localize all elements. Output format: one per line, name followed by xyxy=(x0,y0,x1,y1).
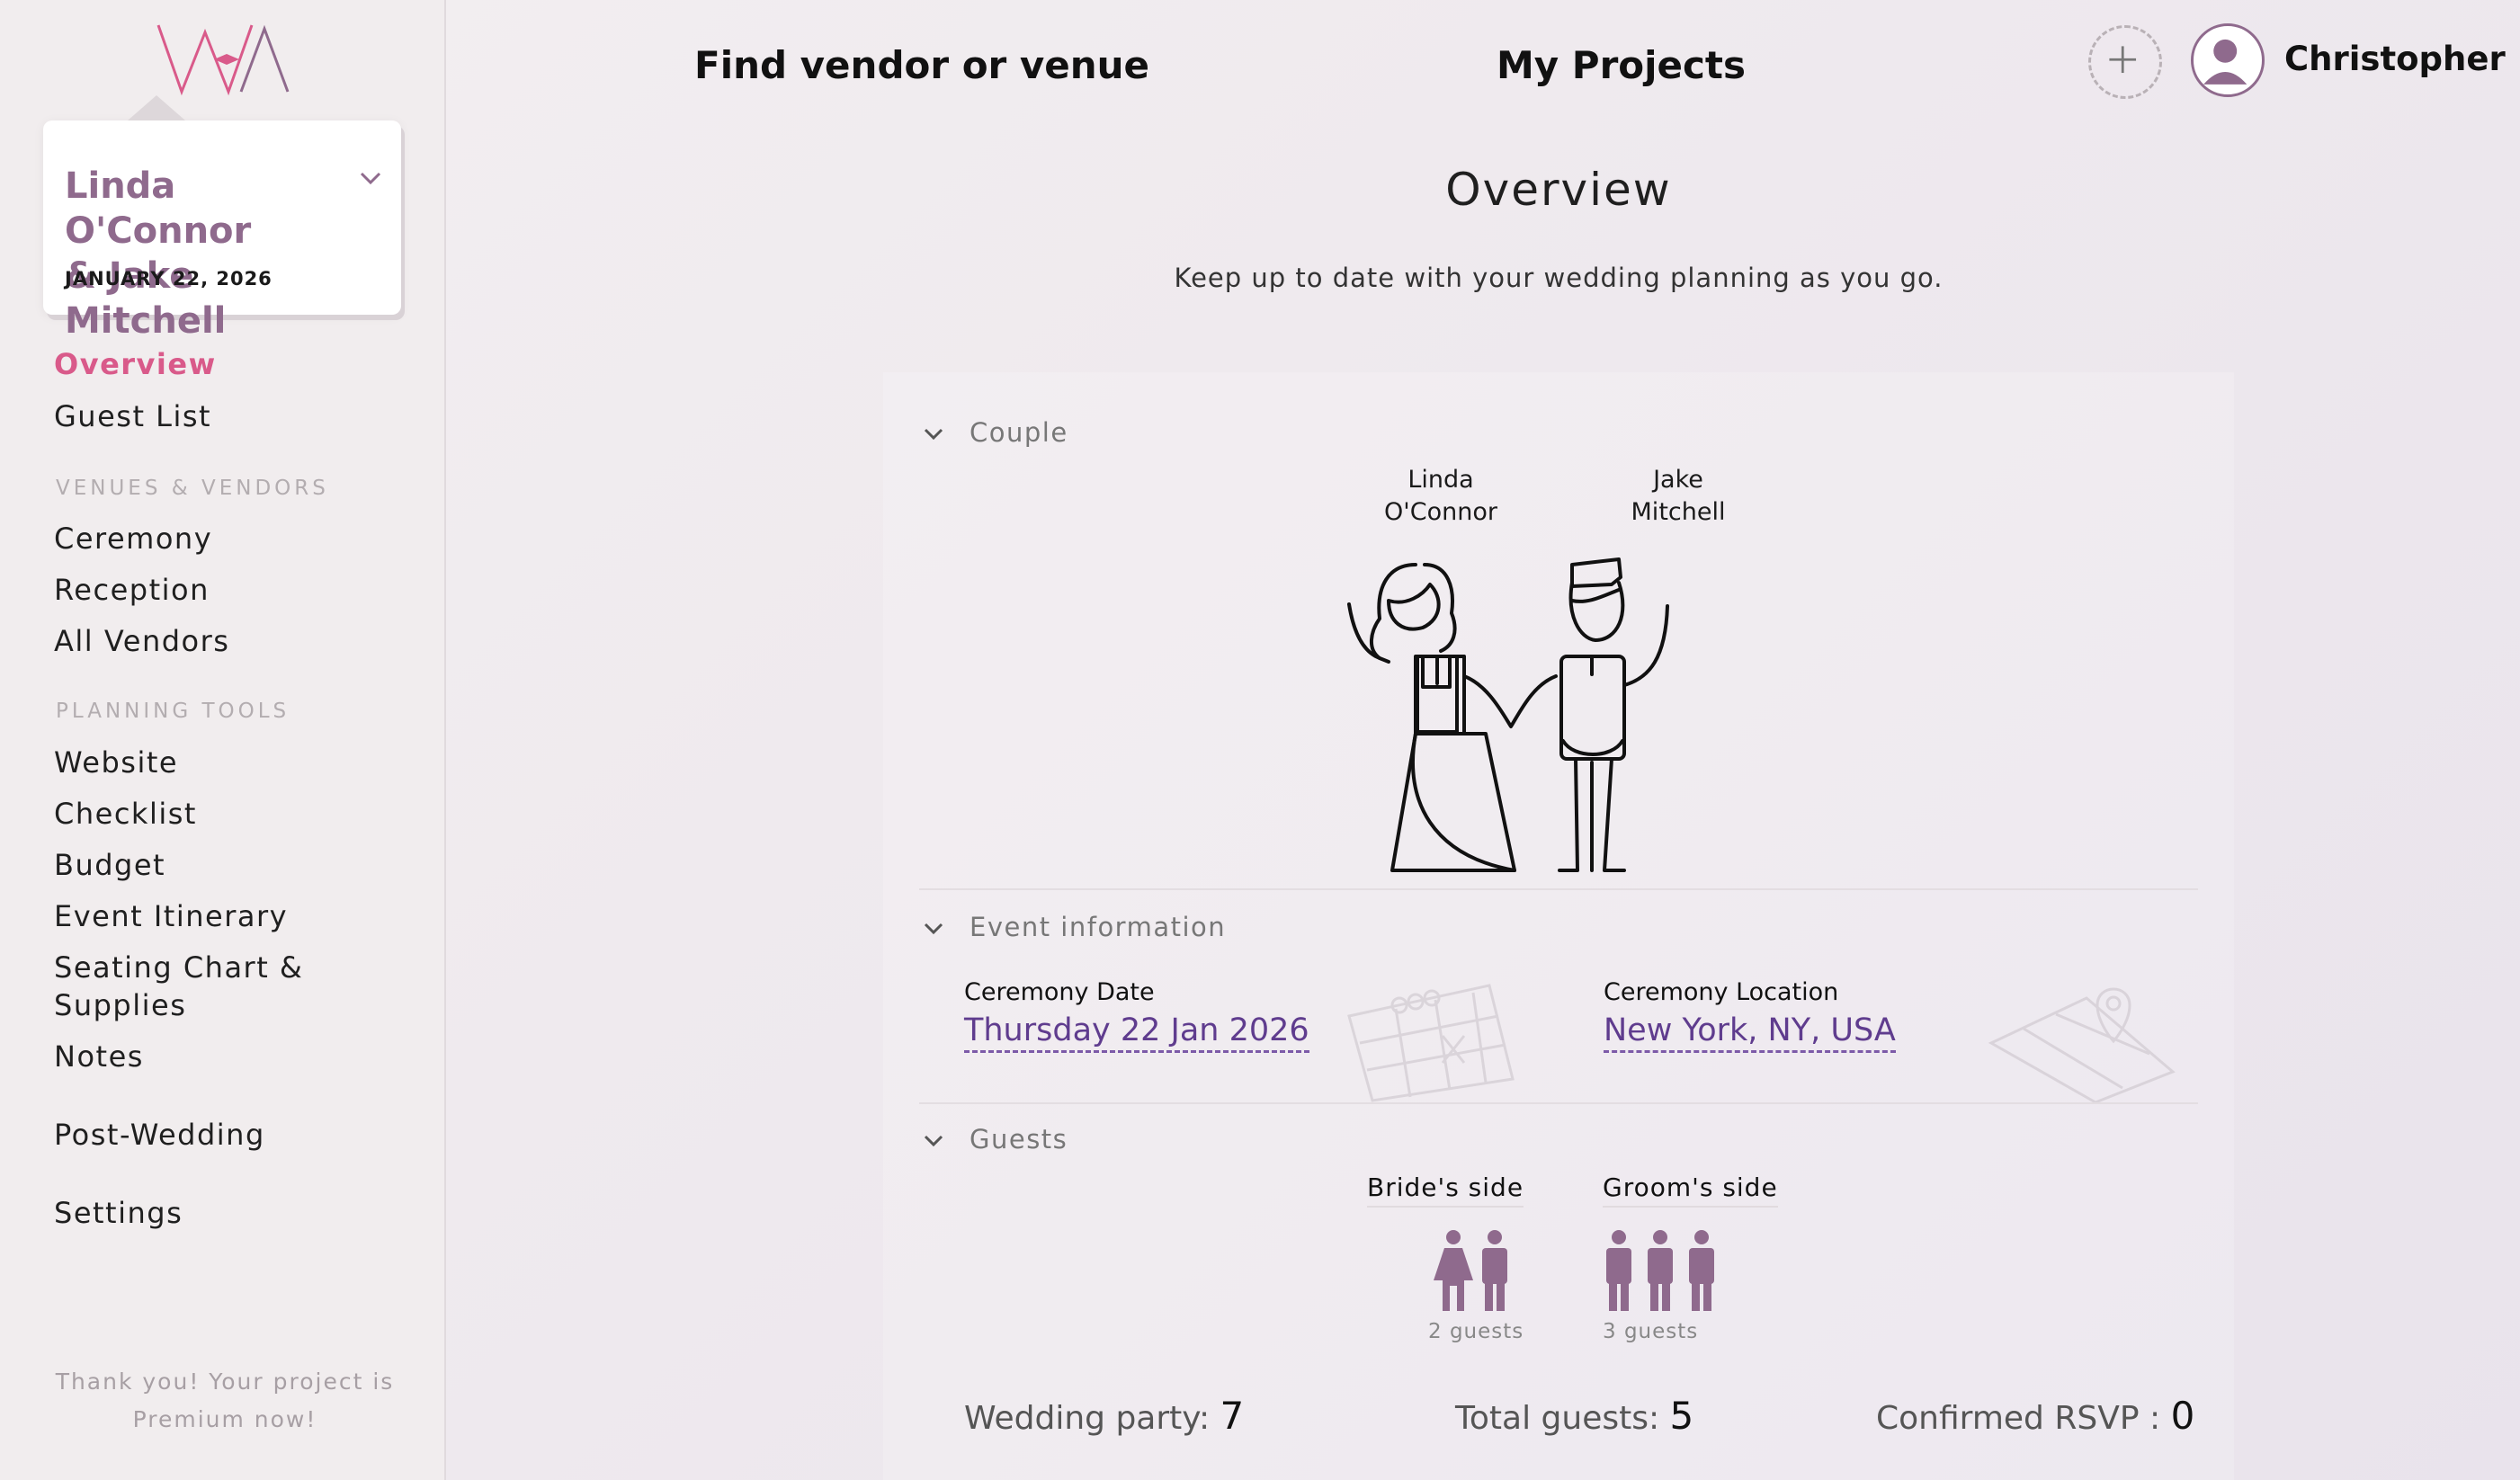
calendar-icon xyxy=(1347,984,1515,1102)
groom-first-name: Jake xyxy=(1653,466,1703,494)
sidebar-item-ceremony[interactable]: Ceremony xyxy=(54,520,212,557)
user-name[interactable]: Christopher xyxy=(2284,40,2506,78)
total-guests-label: Total guests: xyxy=(1455,1400,1660,1437)
sidebar-item-all-vendors[interactable]: All Vendors xyxy=(54,622,229,660)
grooms-side-label: Groom's side xyxy=(1603,1172,1778,1208)
sidebar-item-overview[interactable]: Overview xyxy=(54,345,217,383)
bride-first-name: Linda xyxy=(1407,466,1474,494)
event-section-toggle[interactable]: Event information xyxy=(923,912,1226,942)
chevron-down-icon xyxy=(924,1135,943,1147)
groom-last-name: Mitchell xyxy=(1631,498,1726,526)
premium-note: Thank you! Your project is Premium now! xyxy=(36,1363,414,1439)
wedding-party-stat: Wedding party: 7 xyxy=(964,1394,1244,1438)
project-names-line1: Linda O'Connor xyxy=(65,165,252,252)
plus-icon xyxy=(2109,46,2137,74)
find-vendor-link[interactable]: Find vendor or venue xyxy=(694,43,1149,87)
sidebar-item-post-wedding[interactable]: Post-Wedding xyxy=(54,1116,265,1154)
sidebar-item-checklist[interactable]: Checklist xyxy=(54,795,197,833)
premium-line2: Premium now! xyxy=(132,1406,317,1432)
sidebar-item-seating-chart[interactable]: Seating Chart & Supplies xyxy=(54,949,303,1024)
ceremony-date-value[interactable]: Thursday 22 Jan 2026 xyxy=(964,1012,1309,1053)
section-venues-vendors: VENUES & VENDORS xyxy=(56,477,329,500)
guests-heading: Guests xyxy=(970,1124,1068,1155)
event-heading: Event information xyxy=(970,912,1227,942)
confirmed-rsvp-stat: Confirmed RSVP : 0 xyxy=(1876,1394,2194,1438)
ceremony-location-label: Ceremony Location xyxy=(1604,978,1839,1006)
couple-section-toggle[interactable]: Couple xyxy=(923,417,1068,448)
chevron-down-icon[interactable] xyxy=(358,169,383,187)
ceremony-location-value[interactable]: New York, NY, USA xyxy=(1604,1012,1896,1053)
premium-line1: Thank you! Your project is xyxy=(55,1369,395,1395)
sidebar-item-settings[interactable]: Settings xyxy=(54,1194,183,1232)
user-icon xyxy=(2203,39,2247,85)
sidebar-item-reception[interactable]: Reception xyxy=(54,571,210,609)
groom-guest-count: 3 guests xyxy=(1603,1320,1699,1343)
brides-side-label: Bride's side xyxy=(1367,1172,1524,1208)
ceremony-date-label: Ceremony Date xyxy=(964,978,1155,1006)
bride-last-name: O'Connor xyxy=(1384,498,1497,526)
total-guests-value: 5 xyxy=(1669,1394,1694,1438)
page-subtitle: Keep up to date with your wedding planni… xyxy=(1174,263,1944,293)
sidebar-item-budget[interactable]: Budget xyxy=(54,846,165,884)
section-divider xyxy=(919,888,2198,890)
project-selector[interactable]: Linda O'Connor & Jake Mitchell JANUARY 2… xyxy=(43,95,401,342)
couple-illustration-icon xyxy=(1347,557,1669,872)
wedding-party-label: Wedding party: xyxy=(964,1400,1211,1437)
project-names-line2: & Jake Mitchell xyxy=(65,255,227,342)
sidebar-item-event-itinerary[interactable]: Event Itinerary xyxy=(54,897,288,935)
sidebar-item-guest-list[interactable]: Guest List xyxy=(54,397,211,435)
map-icon xyxy=(1988,987,2176,1104)
couple-heading: Couple xyxy=(970,417,1068,448)
wedding-party-value: 7 xyxy=(1220,1394,1245,1438)
bride-guests-icon xyxy=(1434,1230,1507,1311)
total-guests-stat: Total guests: 5 xyxy=(1455,1394,1693,1438)
project-date: JANUARY 22, 2026 xyxy=(65,268,273,290)
chevron-down-icon xyxy=(924,923,943,935)
confirmed-rsvp-label: Confirmed RSVP : xyxy=(1876,1400,2161,1437)
confirmed-rsvp-value: 0 xyxy=(2170,1394,2195,1438)
chevron-down-icon xyxy=(924,428,943,441)
section-planning-tools: PLANNING TOOLS xyxy=(56,700,290,723)
groom-guests-icon xyxy=(1606,1230,1714,1311)
seating-line1: Seating Chart & xyxy=(54,950,304,985)
page-title: Overview xyxy=(1445,164,1672,216)
avatar[interactable] xyxy=(2191,23,2265,97)
sidebar-item-notes[interactable]: Notes xyxy=(54,1038,144,1075)
logo-icon[interactable] xyxy=(155,20,290,97)
card-notch xyxy=(128,95,185,120)
section-divider xyxy=(919,1102,2198,1104)
bride-name: Linda O'Connor xyxy=(1351,464,1531,529)
my-projects-link[interactable]: My Projects xyxy=(1497,43,1746,87)
seating-line2: Supplies xyxy=(54,988,187,1022)
add-project-button[interactable] xyxy=(2088,25,2162,99)
project-names: Linda O'Connor & Jake Mitchell xyxy=(65,164,353,343)
sidebar-item-website[interactable]: Website xyxy=(54,744,178,781)
bride-guest-count: 2 guests xyxy=(1428,1320,1524,1343)
sidebar: Linda O'Connor & Jake Mitchell JANUARY 2… xyxy=(0,0,446,1480)
groom-name: Jake Mitchell xyxy=(1588,464,1768,529)
guests-section-toggle[interactable]: Guests xyxy=(923,1124,1068,1155)
